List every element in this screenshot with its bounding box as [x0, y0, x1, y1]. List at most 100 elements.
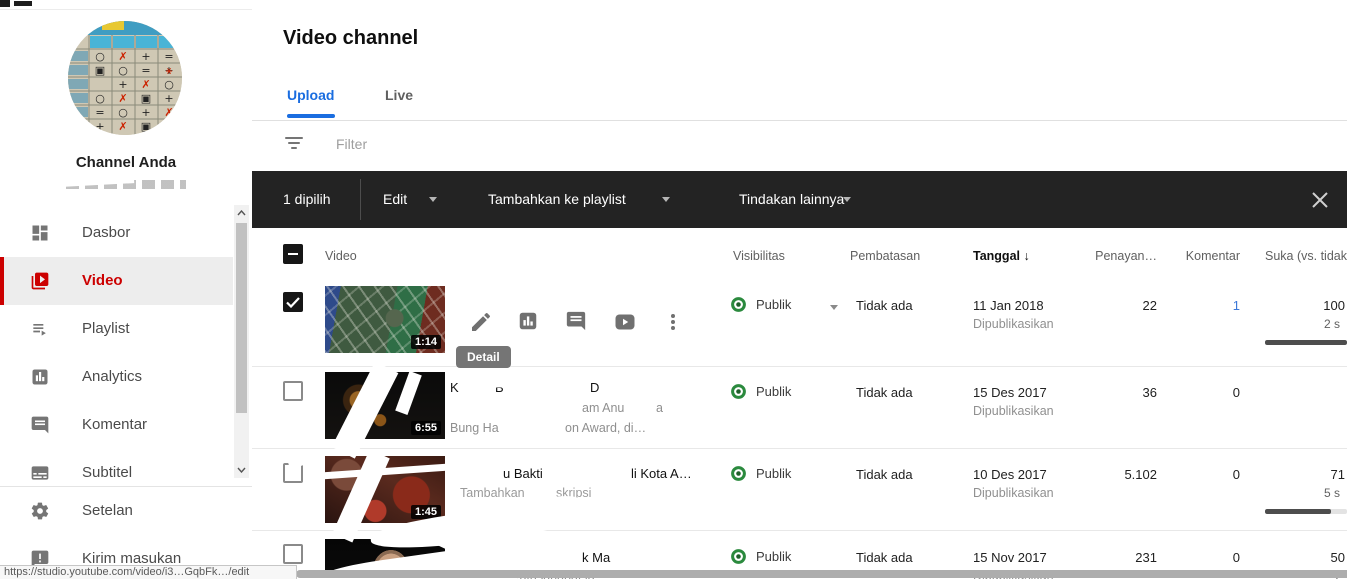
- likes-count: 2 s: [1245, 317, 1340, 331]
- column-header-restrictions[interactable]: Pembatasan: [850, 249, 920, 263]
- column-header-likes[interactable]: Suka (vs. tidak: [1265, 249, 1347, 263]
- channel-avatar[interactable]: ○+= ▣○=+ +○ ○▣+ =○+ +▣○ ✗⚹✗ ✗✗✗: [68, 21, 182, 135]
- likes-ratio-bar: [1265, 340, 1347, 345]
- column-header-video[interactable]: Video: [325, 249, 357, 263]
- visibility-label: Publik: [756, 549, 791, 564]
- more-icon[interactable]: [661, 310, 685, 334]
- video-description-fragment: a: [656, 401, 663, 415]
- chevron-down-icon[interactable]: [662, 197, 670, 202]
- add-to-playlist-menu-button[interactable]: Tambahkan ke playlist: [488, 171, 626, 228]
- sidebar-top-divider: [0, 9, 252, 10]
- subtitles-icon: [30, 463, 50, 483]
- redaction-mark: [468, 373, 586, 388]
- visibility-label: Publik: [756, 466, 791, 481]
- tab-active-underline: [287, 114, 335, 118]
- more-actions-menu-button[interactable]: Tindakan lainnya: [739, 171, 844, 228]
- video-description-fragment: Tambahkan: [460, 486, 525, 500]
- selection-toolbar: 1 dipilih Edit Tambahkan ke playlist Tin…: [252, 171, 1347, 228]
- video-title-fragment[interactable]: D: [590, 380, 599, 395]
- sidebar-item-playlist[interactable]: Playlist: [0, 305, 233, 353]
- youtube-studio-video-page: ○+= ▣○=+ +○ ○▣+ =○+ +▣○ ✗⚹✗ ✗✗✗ Channel …: [0, 0, 1347, 579]
- chevron-down-icon[interactable]: [429, 197, 437, 202]
- video-thumbnail[interactable]: 1:14: [325, 286, 445, 353]
- visibility-cell[interactable]: Publik: [730, 296, 791, 313]
- scroll-down-icon[interactable]: [234, 462, 249, 478]
- svg-text:✗: ✗: [118, 120, 127, 133]
- redaction-mark: [637, 400, 652, 412]
- comments-count: 0: [1140, 550, 1240, 565]
- date-status: Dipublikasikan: [973, 486, 1054, 500]
- horizontal-scrollbar-thumb[interactable]: [296, 570, 1347, 578]
- svg-text:○: ○: [95, 50, 105, 63]
- publik-eye-icon: [730, 465, 747, 482]
- svg-text:+: +: [118, 78, 127, 91]
- close-icon[interactable]: [1310, 190, 1330, 210]
- video-title-fragment[interactable]: K: [450, 380, 459, 395]
- scroll-up-icon[interactable]: [234, 205, 249, 221]
- select-all-checkbox[interactable]: [283, 244, 303, 264]
- date-cell: 15 Des 2017: [973, 385, 1047, 400]
- svg-text:=: =: [95, 106, 104, 119]
- svg-text:+: +: [164, 92, 173, 105]
- row-checkbox-checked[interactable]: [283, 292, 303, 312]
- column-header-date[interactable]: Tanggal ↓: [973, 249, 1030, 263]
- column-header-visibility[interactable]: Visibilitas: [733, 249, 785, 263]
- likes-pct-cell: 50: [1245, 550, 1345, 565]
- chevron-down-icon[interactable]: [830, 305, 838, 310]
- edit-pencil-icon[interactable]: [469, 310, 493, 334]
- video-row[interactable]: 1:14 Detail Publik Tidak ada 11 Jan 2018: [252, 280, 1347, 366]
- edit-menu-button[interactable]: Edit: [383, 171, 407, 228]
- channel-name: Channel Anda: [0, 154, 252, 171]
- comments-count: 0: [1140, 385, 1240, 400]
- table-header: Video Visibilitas Pembatasan Tanggal ↓ P…: [252, 228, 1347, 281]
- filter-input[interactable]: Filter: [336, 136, 367, 152]
- sidebar-item-dasbor[interactable]: Dasbor: [0, 209, 233, 257]
- tab-upload[interactable]: Upload: [287, 87, 334, 103]
- main-content: Video channel Upload Live Filter 1 dipil…: [252, 0, 1347, 579]
- chevron-down-icon[interactable]: [843, 197, 851, 202]
- svg-text:○: ○: [164, 78, 174, 91]
- visibility-cell: Publik: [730, 383, 791, 400]
- screen-artifact: [0, 0, 10, 7]
- video-title-fragment[interactable]: k Ma: [582, 550, 610, 565]
- sidebar-item-video[interactable]: Video: [0, 257, 233, 305]
- date-status: Dipublikasikan: [973, 317, 1054, 331]
- sidebar-scrollbar[interactable]: [234, 205, 249, 478]
- video-description-fragment: am Anu: [582, 401, 624, 415]
- row-checkbox[interactable]: [283, 381, 303, 401]
- restrictions-cell: Tidak ada: [856, 385, 913, 400]
- date-cell: 10 Des 2017: [973, 467, 1047, 482]
- status-bar-url: https://studio.youtube.com/video/i3…GqbF…: [0, 565, 297, 579]
- redaction-mark: [604, 377, 664, 388]
- tab-live[interactable]: Live: [385, 87, 413, 103]
- comments-count: 0: [1140, 467, 1240, 482]
- column-header-comments[interactable]: Komentar: [1140, 249, 1240, 263]
- svg-text:▣: ▣: [141, 120, 151, 133]
- comments-count-link[interactable]: 1: [1140, 298, 1240, 313]
- visibility-cell: Publik: [730, 465, 791, 482]
- youtube-icon[interactable]: [613, 310, 637, 334]
- video-row[interactable]: 1:45 u Bakti li Kota A… Tambahkan skrips…: [252, 448, 1347, 531]
- redaction-mark: [558, 462, 626, 477]
- comments-icon: [30, 415, 50, 435]
- analytics-icon: [30, 367, 50, 387]
- comments-icon[interactable]: [565, 310, 589, 334]
- dashboard-icon: [30, 223, 50, 243]
- sidebar-item-analytics[interactable]: Analytics: [0, 353, 233, 401]
- scrollbar-thumb[interactable]: [236, 223, 247, 413]
- tooltip: Detail: [456, 346, 511, 368]
- likes-pct-cell: 71: [1245, 467, 1345, 482]
- svg-text:○: ○: [95, 92, 105, 105]
- analytics-icon[interactable]: [517, 310, 541, 334]
- row-checkbox[interactable]: [283, 544, 303, 564]
- svg-text:=: =: [141, 64, 150, 77]
- sort-descending-icon: ↓: [1023, 249, 1029, 263]
- sidebar-item-setelan[interactable]: Setelan: [0, 487, 233, 535]
- sidebar: ○+= ▣○=+ +○ ○▣+ =○+ +▣○ ✗⚹✗ ✗✗✗ Channel …: [0, 0, 253, 579]
- video-title-fragment[interactable]: u Bakti: [503, 466, 543, 481]
- video-title-fragment[interactable]: li Kota A…: [631, 466, 692, 481]
- sidebar-item-label: Dasbor: [82, 224, 130, 241]
- duration-badge: 1:14: [411, 335, 441, 349]
- filter-icon[interactable]: [285, 137, 303, 149]
- sidebar-item-komentar[interactable]: Komentar: [0, 401, 233, 449]
